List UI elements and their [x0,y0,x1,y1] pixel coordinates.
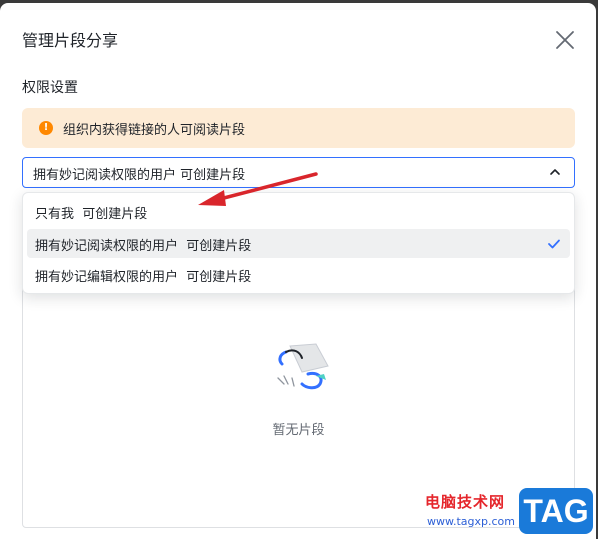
watermark-site-name: 电脑技术网 [425,493,506,511]
warning-circle-icon: ! [39,121,53,135]
dialog-title: 管理片段分享 [22,31,119,50]
option-label: 只有我 可创建片段 [35,207,148,222]
snippets-list-area: 暂无片段 [22,257,575,528]
permission-notice-banner: ! 组织内获得链接的人可阅读片段 [22,108,575,148]
checkmark-icon [547,236,561,250]
dropdown-option-only-me[interactable]: 只有我 可创建片段 [27,197,570,226]
option-label: 拥有妙记阅读权限的用户 可创建片段 [35,239,252,254]
share-dialog: 管理片段分享 权限设置 ! 组织内获得链接的人可阅读片段 拥有妙记阅读权限的用户… [0,3,596,539]
empty-state-text: 暂无片段 [272,423,325,438]
permission-settings-label: 权限设置 [22,80,78,96]
close-icon[interactable] [552,27,578,53]
permission-dropdown-menu: 只有我 可创建片段 拥有妙记阅读权限的用户 可创建片段 拥有妙记编辑权限的用户 … [22,192,575,294]
watermark-url: www.tagxp.com [427,515,515,528]
watermark-tag-logo: TAG [519,488,593,534]
chevron-up-icon [547,164,563,180]
select-current-value: 拥有妙记阅读权限的用户 可创建片段 [33,168,246,183]
notice-text: 组织内获得链接的人可阅读片段 [63,123,246,138]
dropdown-option-edit-permission[interactable]: 拥有妙记编辑权限的用户 可创建片段 [27,260,570,289]
empty-snippets-illustration [272,338,334,394]
permission-select[interactable]: 拥有妙记阅读权限的用户 可创建片段 [22,157,575,188]
option-label: 拥有妙记编辑权限的用户 可创建片段 [35,270,252,285]
dropdown-option-read-permission[interactable]: 拥有妙记阅读权限的用户 可创建片段 [27,229,570,258]
